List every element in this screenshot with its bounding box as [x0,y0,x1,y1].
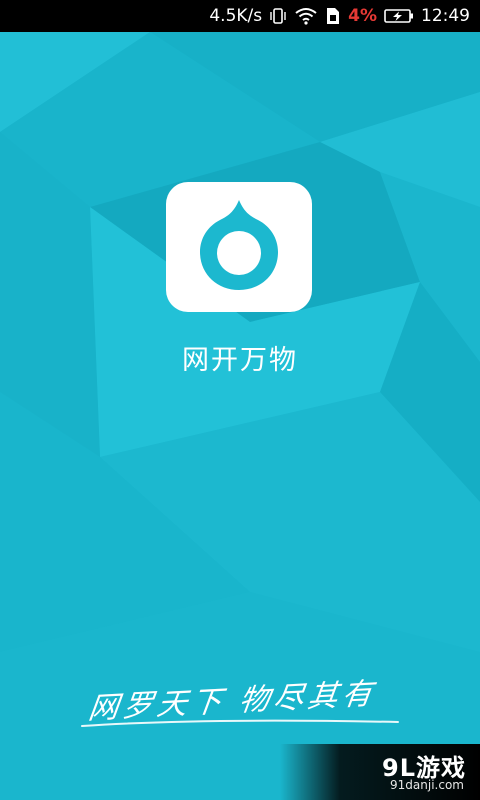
sim-icon [325,7,341,25]
clock: 12:49 [421,6,470,26]
vibrate-icon [269,7,287,25]
slogan-underline [81,719,399,727]
battery-charging-icon [384,8,414,24]
app-logo [166,182,312,312]
water-drop-ring-icon [200,200,278,290]
app-name: 网开万物 [182,345,298,376]
splash-screen: 4.5K/s 4% 12:49 网开万物 网罗天下 物尽其有 9L游戏 91da… [0,0,480,800]
network-speed: 4.5K/s [209,6,263,26]
wifi-icon [294,7,318,25]
status-bar: 4.5K/s 4% 12:49 [0,0,480,32]
watermark: 9L游戏 91danji.com [280,744,480,800]
battery-percent: 4% [348,6,377,26]
watermark-url: 91danji.com [390,778,464,792]
